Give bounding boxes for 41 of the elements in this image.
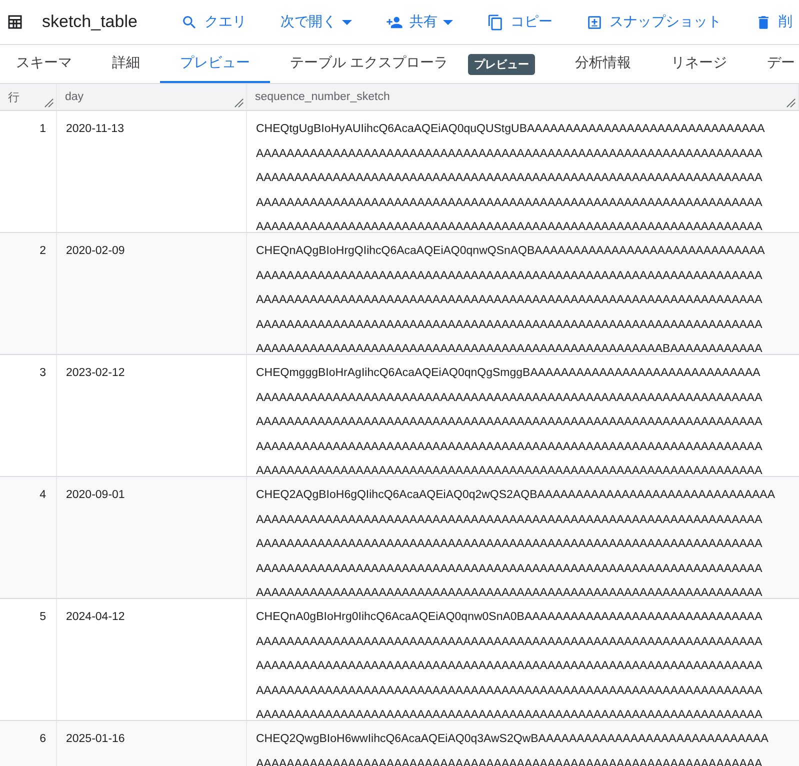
toolbar-button[interactable]: 共有 <box>386 13 454 31</box>
column-header[interactable]: day <box>57 84 247 110</box>
table-cell-text: CHEQtgUgBIoHyAUIihcQ6AcaAQEiAQ0quQUStgUBAAAAAAAAAAAAAAAAAAAAAAAAAAAAAAA AAAAAAAAAAAAAAAAAAAAAAAAAAAAAAAAAAAAAAAAAAAAAAAAAAAAAAAAAAAAAAAAAA AAAAAAAAAAAAAAAAAAAAAAAAAAAAAAAAAAAAAAAAAAAAAAAAAAAAAAAAAAAAAAAAAA AAAAAAAAAAAAAAAAAAAAAAAAAAAAAAAAAAAAAAAAAAAAAAAAAAAAAAAAAAAAAAAAAA AAAAAAAAAAAAAAAAAAAAAAAAAAAAAAAAAAAAAAAAAAAAAAAAAAAAAAAAAAAAAAAAAA <box>255 122 766 232</box>
tab[interactable]: デー <box>746 45 799 83</box>
add-box-icon <box>586 14 604 30</box>
row-number: 2 <box>0 233 57 354</box>
search-icon <box>181 14 198 30</box>
row-number: 3 <box>0 355 57 476</box>
table-cell: 2025-01-16 <box>57 721 247 766</box>
resize-handle-icon <box>44 98 54 108</box>
tab[interactable]: 詳細 <box>92 45 160 83</box>
resize-handle-icon <box>786 98 796 108</box>
row-number: 6 <box>0 721 57 766</box>
toolbar-button[interactable]: スナップショット <box>586 13 722 31</box>
column-header[interactable]: 行 <box>0 84 57 110</box>
table-cell: 2024-04-12 <box>57 599 247 720</box>
table-cell: 2020-02-09 <box>57 233 247 354</box>
row-number: 1 <box>0 111 57 232</box>
tab[interactable]: スキーマ <box>0 45 92 83</box>
toolbar-button[interactable]: コピー <box>487 13 552 31</box>
preview-badge: プレビュー <box>468 54 535 74</box>
row-number: 5 <box>0 599 57 720</box>
table-cell: 2023-02-12 <box>57 355 247 476</box>
column-header[interactable]: sequence_number_sketch <box>247 84 799 110</box>
table-cell-text: CHEQnAQgBIoHrgQIihcQ6AcaAQEiAQ0qnwQSnAQBAAAAAAAAAAAAAAAAAAAAAAAAAAAAAA AAAAAAAAAAAAAAAAAAAAAAAAAAAAAAAAAAAAAAAAAAAAAAAAAAAAAAAAAAAAAAAAAA AAAAAAAAAAAAAAAAAAAAAAAAAAAAAAAAAAAAAAAAAAAAAAAAAAAAAAAAAAAAAAAAAA AAAAAAAAAAAAAAAAAAAAAAAAAAAAAAAAAAAAAAAAAAAAAAAAAAAAAAAAAAAAAAAAAA AAAAAAAAAAAAAAAAAAAAAAAAAAAAAAAAAAAAAAAAAAAAAAAAAAAAABAAAAAAAAAAAA <box>255 244 766 354</box>
table-cell: 2020-11-13 <box>57 111 247 232</box>
toolbar-button[interactable]: クエリ <box>181 13 246 31</box>
table-cell-text: CHEQ2AQgBIoH6gQIihcQ6AcaAQEiAQ0q2wQS2AQBAAAAAAAAAAAAAAAAAAAAAAAAAAAAAAA AAAAAAAAAAAAAAAAAAAAAAAAAAAAAAAAAAAAAAAAAAAAAAAAAAAAAAAAAAAAAAAAAA AAAAAAAAAAAAAAAAAAAAAAAAAAAAAAAAAAAAAAAAAAAAAAAAAAAAAAAAAAAAAAAAAA AAAAAAAAAAAAAAAAAAAAAAAAAAAAAAAAAAAAAAAAAAAAAAAAAAAAAAAAAAAAAAAAAA AAAAAAAAAAAAAAAAAAAAAAAAAAAAAAAAAAAAAAAAAAAAAAAAAAAAAAAAAAAAAAAAAA <box>255 488 776 598</box>
table-icon <box>6 13 24 31</box>
toolbar-button[interactable]: 次で開く <box>280 13 352 31</box>
tab[interactable]: テーブル エクスプローラ <box>270 45 468 83</box>
table-title: sketch_table <box>42 12 138 32</box>
tab[interactable]: 分析情報 <box>554 45 651 83</box>
table-cell-text: CHEQnA0gBIoHrg0IihcQ6AcaAQEiAQ0qnw0SnA0BAAAAAAAAAAAAAAAAAAAAAAAAAAAAAAA AAAAAAAAAAAAAAAAAAAAAAAAAAAAAAAAAAAAAAAAAAAAAAAAAAAAAAAAAAAAAAAAAA AAAAAAAAAAAAAAAAAAAAAAAAAAAAAAAAAAAAAAAAAAAAAAAAAAAAAAAAAAAAAAAAAA AAAAAAAAAAAAAAAAAAAAAAAAAAAAAAAAAAAAAAAAAAAAAAAAAAAAAAAAAAAAAAAAAA AAAAAAAAAAAAAAAAAAAAAAAAAAAAAAAAAAAAAAAAAAAAAAAAAAAAAAAAAAAAAAAAAA <box>255 610 764 720</box>
copy-icon <box>487 14 504 30</box>
row-number: 4 <box>0 477 57 598</box>
toolbar-button[interactable]: 削 <box>755 13 792 31</box>
table-cell: 2020-09-01 <box>57 477 247 598</box>
table-cell-text: CHEQmgggBIoHrAgIihcQ6AcaAQEiAQ0qnQgSmggBAAAAAAAAAAAAAAAAAAAAAAAAAAAAAA AAAAAAAAAAAAAAAAAAAAAAAAAAAAAAAAAAAAAAAAAAAAAAAAAAAAAAAAAAAAAAAAAA AAAAAAAAAAAAAAAAAAAAAAAAAAAAAAAAAAAAAAAAAAAAAAAAAAAAAAAAAAAAAAAAAA AAAAAAAAAAAAAAAAAAAAAAAAAAAAAAAAAAAAAAAAAAAAAAAAAAAAAAAAAAAAAAAAAA AAAAAAAAAAAAAAAAAAAAAAAAAAAAAAAAAAAAAAAAAAAAAAAAAAAAAAAAAAAAAAAAAA <box>255 366 764 476</box>
tab[interactable]: リネージ <box>650 45 747 83</box>
resize-handle-icon <box>234 98 244 108</box>
